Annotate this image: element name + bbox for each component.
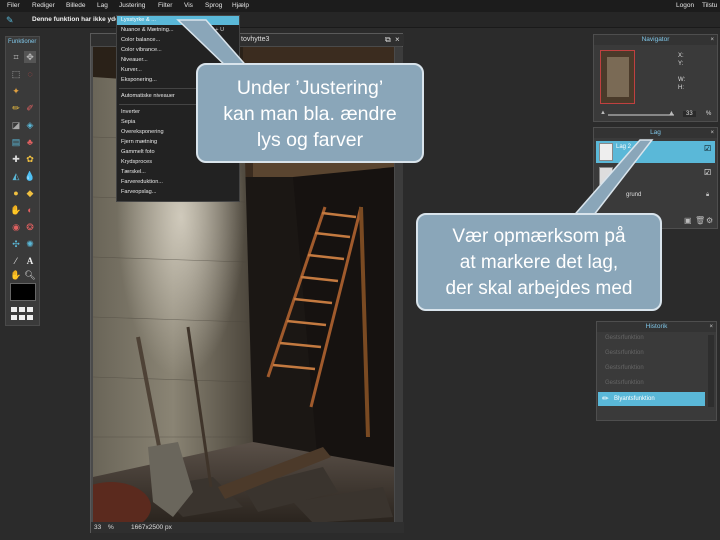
callout-line: Vær opmærksom på — [452, 226, 626, 247]
callout-line: kan man bla. ændre — [223, 103, 397, 125]
callout-line: lys og farver — [256, 129, 364, 151]
callout-line: der skal arbejdes med — [445, 278, 633, 299]
callout-justering: Under ’Justering’ kan man bla. ændre lys… — [196, 63, 424, 163]
callout-line: at markere det lag, — [459, 252, 619, 273]
callout-line: Under ’Justering’ — [236, 77, 384, 99]
callout-lag: Vær opmærksom på at markere det lag, der… — [416, 213, 662, 311]
